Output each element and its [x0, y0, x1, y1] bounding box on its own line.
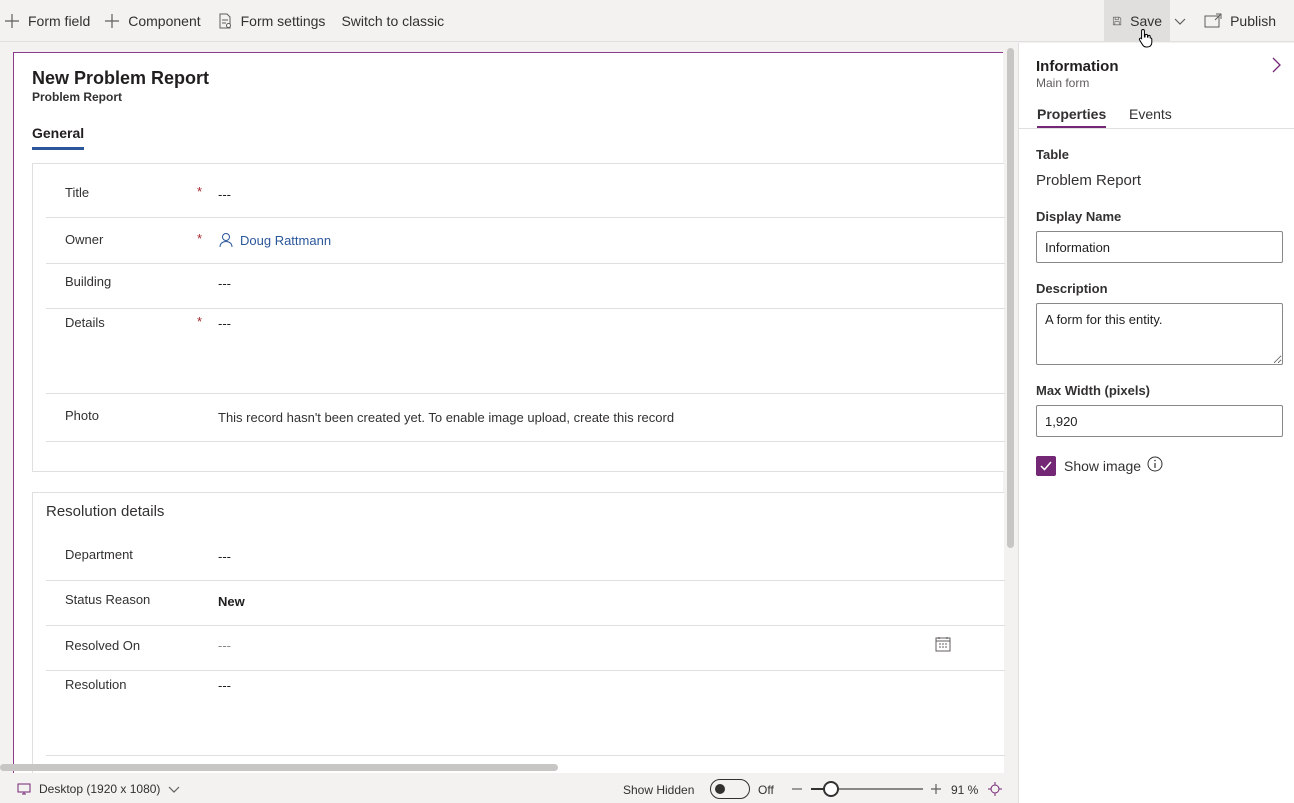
form-settings-label: Form settings [240, 12, 326, 29]
zoom-slider-thumb[interactable] [823, 781, 839, 797]
publish-icon [1204, 13, 1222, 28]
display-name-input[interactable] [1036, 231, 1283, 263]
switch-to-classic-button[interactable]: Switch to classic [333, 0, 452, 42]
show-hidden-toggle[interactable] [710, 779, 750, 799]
fit-to-screen-icon[interactable] [988, 782, 1002, 796]
panel-title: Information [1036, 58, 1119, 75]
general-section[interactable]: Title * --- Owner * Doug Rattmann Buildi… [32, 163, 1005, 472]
field-value: --- [218, 678, 231, 693]
building-field[interactable]: Building --- [46, 264, 1005, 309]
component-label: Component [128, 12, 201, 29]
device-selector[interactable]: Desktop (1920 x 1080) [17, 782, 180, 796]
add-form-field-button[interactable]: Form field [0, 0, 98, 42]
device-label: Desktop (1920 x 1080) [39, 782, 161, 796]
checkmark-icon [1040, 461, 1052, 471]
department-field[interactable]: Department --- [46, 535, 1005, 581]
toggle-knob [715, 784, 725, 794]
save-icon [1113, 16, 1122, 26]
switch-to-classic-label: Switch to classic [341, 12, 445, 29]
zoom-slider[interactable] [811, 781, 923, 797]
status-bar: Desktop (1920 x 1080) Show Hidden Off 91… [0, 775, 1018, 803]
field-label: Department [65, 547, 133, 562]
add-component-button[interactable]: Component [98, 0, 208, 42]
save-options-dropdown[interactable] [1170, 0, 1198, 42]
section-title: Resolution details [46, 503, 165, 520]
plus-icon [105, 13, 120, 28]
field-label: Building [65, 274, 112, 289]
field-value: This record hasn't been created yet. To … [218, 410, 675, 425]
field-label: Resolution [65, 677, 127, 692]
horizontal-scrollbar[interactable] [0, 764, 558, 771]
tab-properties[interactable]: Properties [1037, 106, 1107, 128]
zoom-percent: 91 % [951, 783, 979, 797]
status-reason-field[interactable]: Status Reason New [46, 581, 1005, 626]
form-canvas: New Problem Report Problem Report Genera… [0, 43, 1018, 773]
form-subtitle: Problem Report [32, 90, 123, 104]
properties-panel: Information Main form Properties Events … [1018, 43, 1294, 803]
publish-button[interactable]: Publish [1198, 0, 1294, 42]
owner-lookup-value[interactable]: Doug Rattmann [218, 232, 331, 248]
field-value: --- [218, 316, 231, 331]
show-image-label: Show image [1064, 458, 1142, 474]
resolved-on-field[interactable]: Resolved On --- [46, 626, 1005, 671]
resolution-field[interactable]: Resolution --- [46, 671, 1005, 756]
description-textarea[interactable]: A form for this entity. [1036, 303, 1283, 365]
tab-general[interactable]: General [32, 125, 85, 150]
toggle-state: Off [758, 783, 774, 797]
monitor-icon [17, 783, 31, 795]
owner-name: Doug Rattmann [240, 232, 332, 248]
title-field[interactable]: Title * --- [46, 164, 1005, 218]
table-value: Problem Report [1036, 172, 1142, 189]
field-value: New [218, 594, 245, 609]
zoom-in-icon[interactable] [930, 783, 942, 795]
display-name-label: Display Name [1036, 209, 1122, 224]
plus-icon [5, 13, 19, 28]
field-label: Owner [65, 232, 104, 247]
panel-subtitle: Main form [1036, 76, 1090, 90]
chevron-right-icon[interactable] [1270, 57, 1282, 73]
table-label: Table [1036, 147, 1069, 162]
field-label: Photo [65, 408, 99, 423]
chevron-down-icon [1174, 18, 1186, 25]
required-indicator: * [197, 184, 203, 199]
show-hidden-label: Show Hidden [623, 783, 695, 797]
owner-field[interactable]: Owner * Doug Rattmann [46, 218, 1005, 264]
chevron-down-icon [168, 786, 180, 793]
tab-events[interactable]: Events [1129, 106, 1172, 126]
vertical-scrollbar[interactable] [1007, 48, 1014, 548]
save-label: Save [1130, 13, 1163, 29]
description-label: Description [1036, 281, 1108, 296]
field-label: Status Reason [65, 592, 151, 607]
required-indicator: * [197, 231, 203, 246]
field-value: --- [218, 187, 231, 202]
max-width-label: Max Width (pixels) [1036, 383, 1151, 398]
field-value: --- [218, 638, 231, 653]
photo-field[interactable]: Photo This record hasn't been created ye… [46, 394, 1005, 442]
calendar-icon[interactable] [935, 636, 951, 652]
form-title: New Problem Report [32, 68, 210, 88]
field-label: Details [65, 315, 105, 330]
field-value: --- [218, 549, 231, 564]
info-icon[interactable] [1147, 456, 1163, 472]
form-settings-icon [219, 13, 231, 28]
zoom-out-icon[interactable] [791, 783, 803, 795]
required-indicator: * [197, 314, 203, 329]
hand-cursor-icon [1138, 28, 1153, 48]
divider [1019, 128, 1294, 129]
form-field-label: Form field [28, 12, 91, 29]
details-field[interactable]: Details * --- [46, 309, 1005, 394]
command-bar: Form field Component Form settings Switc… [0, 0, 1294, 42]
field-value: --- [218, 276, 231, 291]
publish-label: Publish [1230, 13, 1276, 29]
field-label: Title [65, 185, 90, 200]
resolution-details-section[interactable]: Resolution details Department --- Status… [32, 492, 1005, 773]
form-preview[interactable]: New Problem Report Problem Report Genera… [13, 52, 1005, 773]
show-image-checkbox[interactable] [1036, 456, 1056, 476]
field-label: Resolved On [65, 638, 141, 653]
form-settings-button[interactable]: Form settings [209, 0, 334, 42]
max-width-input[interactable] [1036, 405, 1283, 437]
person-icon [219, 233, 233, 248]
